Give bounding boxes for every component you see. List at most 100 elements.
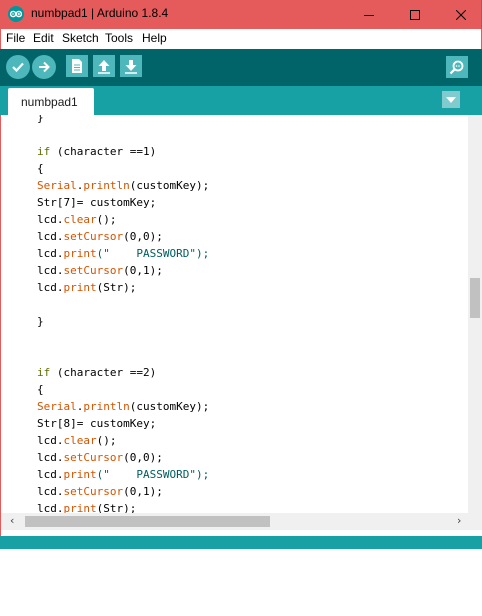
code-line[interactable]: [37, 126, 209, 143]
close-icon: [456, 9, 466, 20]
vertical-scrollbar[interactable]: [468, 115, 482, 513]
serial-monitor-button[interactable]: [446, 56, 468, 78]
code-token: Str[7]= customKey;: [37, 196, 157, 209]
vertical-scroll-thumb[interactable]: [470, 278, 480, 318]
code-token: (character ==1): [50, 145, 157, 158]
code-token: lcd.: [37, 281, 64, 294]
code-line[interactable]: lcd.setCursor(0,0);: [37, 228, 209, 245]
close-button[interactable]: [438, 0, 482, 29]
horizontal-scrollbar[interactable]: ‹ ›: [0, 513, 482, 530]
code-token: if: [37, 145, 51, 158]
code-line[interactable]: [37, 330, 209, 347]
code-line[interactable]: lcd.setCursor(0,1);: [37, 262, 209, 279]
code-token: ();: [96, 213, 117, 226]
title-bar[interactable]: numbpad1 | Arduino 1.8.4: [0, 0, 482, 29]
menu-bar: File Edit Sketch Tools Help: [0, 29, 482, 49]
scroll-left-arrow-icon[interactable]: ‹: [10, 514, 14, 527]
code-line[interactable]: lcd.clear();: [37, 211, 209, 228]
scroll-right-arrow-icon[interactable]: ›: [457, 514, 461, 527]
code-line[interactable]: if (character ==1): [37, 143, 209, 160]
code-token: ();: [96, 434, 117, 447]
code-token: (0,1);: [123, 264, 163, 277]
minimize-icon: [364, 14, 374, 16]
code-token: println: [83, 179, 130, 192]
tab-numbpad1[interactable]: numbpad1: [8, 88, 94, 115]
code-line[interactable]: lcd.setCursor(0,1);: [37, 483, 209, 500]
code-line[interactable]: lcd.print(Str);: [37, 279, 209, 296]
code-line[interactable]: lcd.print(" PASSWORD");: [37, 245, 209, 262]
code-token: (character ==2): [50, 366, 157, 379]
code-token: print: [63, 502, 97, 513]
code-token: setCursor: [63, 264, 124, 277]
code-token: }: [37, 315, 44, 328]
toolbar: [0, 49, 482, 86]
code-token: clear: [63, 213, 97, 226]
maximize-icon: [410, 9, 420, 20]
verify-button[interactable]: [6, 55, 30, 79]
open-icon: [98, 60, 110, 74]
code-line[interactable]: [37, 296, 209, 313]
status-bar: [0, 536, 482, 549]
code-token: {: [37, 383, 44, 396]
code-line[interactable]: lcd.clear();: [37, 432, 209, 449]
code-token: {: [37, 162, 44, 175]
code-token: lcd.: [37, 434, 64, 447]
verify-icon: [12, 62, 24, 73]
code-token: lcd.: [37, 468, 64, 481]
code-text[interactable]: } if (character ==1) { Serial.println(cust…: [37, 115, 209, 513]
code-token: lcd.: [37, 451, 64, 464]
code-line[interactable]: Str[7]= customKey;: [37, 194, 209, 211]
code-token: (Str);: [96, 281, 137, 294]
new-sketch-button[interactable]: [66, 55, 88, 77]
code-token: (customKey);: [129, 400, 210, 413]
code-token: print: [63, 468, 97, 481]
code-line[interactable]: lcd.setCursor(0,0);: [37, 449, 209, 466]
open-sketch-button[interactable]: [93, 55, 115, 77]
tab-menu-button[interactable]: [442, 91, 460, 108]
code-token: lcd.: [37, 230, 64, 243]
code-token: Str[8]= customKey;: [37, 417, 157, 430]
code-token: (customKey);: [129, 179, 210, 192]
code-line[interactable]: if (character ==2): [37, 364, 209, 381]
code-token: print: [63, 247, 97, 260]
menu-help[interactable]: Help: [142, 31, 167, 45]
code-token: clear: [63, 434, 97, 447]
code-line[interactable]: {: [37, 160, 209, 177]
upload-button[interactable]: [32, 55, 56, 79]
code-line[interactable]: lcd.print(Str);: [37, 500, 209, 513]
code-token: if: [37, 366, 51, 379]
code-token: lcd.: [37, 502, 64, 513]
code-token: setCursor: [63, 230, 124, 243]
code-token: print: [63, 281, 97, 294]
code-line[interactable]: lcd.print(" PASSWORD");: [37, 466, 209, 483]
code-line[interactable]: }: [37, 115, 209, 126]
code-line[interactable]: {: [37, 381, 209, 398]
minimize-button[interactable]: [346, 0, 392, 29]
code-line[interactable]: Serial.println(customKey);: [37, 398, 209, 415]
save-sketch-button[interactable]: [120, 55, 142, 77]
code-editor[interactable]: } if (character ==1) { Serial.println(cust…: [0, 115, 482, 513]
chevron-down-icon: [446, 96, 456, 103]
code-token: lcd.: [37, 213, 64, 226]
code-line[interactable]: }: [37, 313, 209, 330]
maximize-button[interactable]: [392, 0, 438, 29]
code-token: Serial: [37, 400, 77, 413]
serial-monitor-icon: [449, 60, 464, 75]
code-token: lcd.: [37, 264, 64, 277]
horizontal-scroll-thumb[interactable]: [25, 516, 270, 527]
menu-tools[interactable]: Tools: [105, 31, 133, 45]
new-icon: [72, 59, 82, 73]
menu-edit[interactable]: Edit: [33, 31, 54, 45]
code-token: setCursor: [63, 451, 124, 464]
code-line[interactable]: Str[8]= customKey;: [37, 415, 209, 432]
code-token: println: [83, 400, 130, 413]
code-token: (0,1);: [123, 485, 163, 498]
window-title: numbpad1 | Arduino 1.8.4: [31, 6, 169, 20]
code-line[interactable]: Serial.println(customKey);: [37, 177, 209, 194]
code-line[interactable]: [37, 347, 209, 364]
menu-sketch[interactable]: Sketch: [62, 31, 99, 45]
code-token: Serial: [37, 179, 77, 192]
tab-label: numbpad1: [21, 95, 78, 109]
code-token: setCursor: [63, 485, 124, 498]
menu-file[interactable]: File: [6, 31, 25, 45]
